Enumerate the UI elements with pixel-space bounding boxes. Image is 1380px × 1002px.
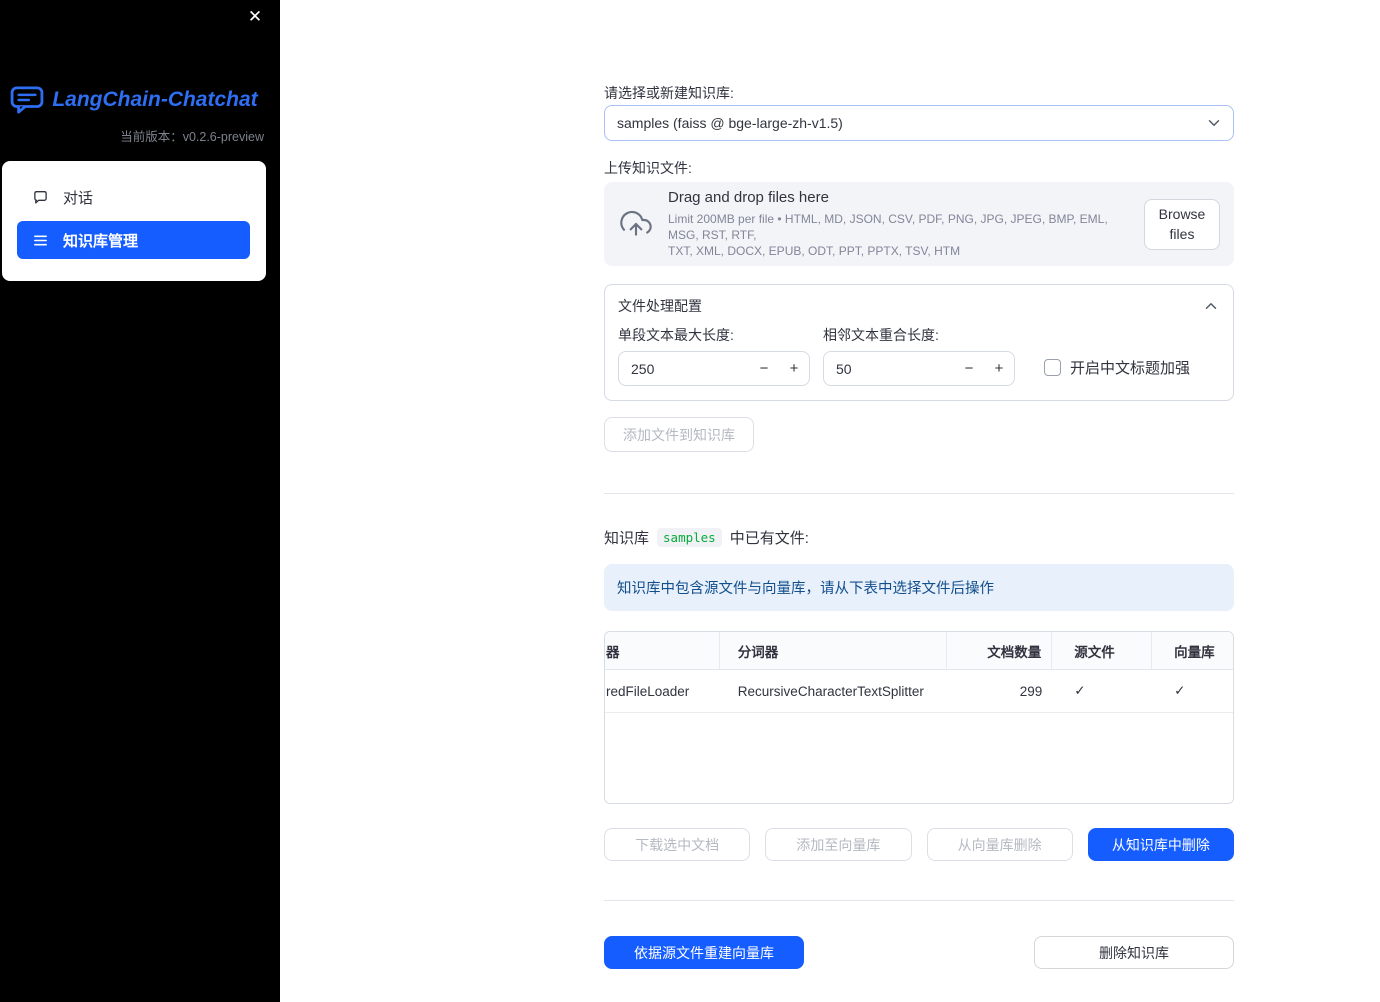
plus-button[interactable]: + (984, 352, 1014, 385)
delete-kb-button[interactable]: 删除知识库 (1034, 936, 1234, 969)
overlap-size-field: 相邻文本重合长度: 50 − + (823, 325, 1015, 386)
sidebar-item-label: 对话 (63, 189, 94, 207)
sidebar-item-label: 知识库管理 (63, 232, 139, 250)
cell-splitter: RecursiveCharacterTextSplitter (737, 683, 924, 699)
header-doc-count: 文档数量 (947, 632, 1053, 669)
chunk-size-label: 单段文本最大长度: (618, 327, 734, 343)
config-row: 单段文本最大长度: 250 − + 相邻文本重合长度: 50 − + 开启中文标… (618, 325, 1220, 386)
plus-button[interactable]: + (779, 352, 809, 385)
dropzone-title: Drag and drop files here (668, 189, 829, 206)
kb-manage-buttons: 依据源文件重建向量库 删除知识库 (604, 936, 1234, 969)
sidebar: ✕ LangChain-Chatchat 当前版本：v0.2.6-preview… (0, 0, 280, 1002)
chat-bubble-icon (33, 190, 48, 205)
dropzone-limits-line1: Limit 200MB per file • HTML, MD, JSON, C… (668, 212, 1108, 242)
kb-select-value: samples (faiss @ bge-large-zh-v1.5) (617, 115, 843, 131)
info-banner: 知识库中包含源文件与向量库，请从下表中选择文件后操作 (604, 564, 1234, 611)
header-vector-store: 向量库 (1174, 644, 1215, 660)
cloud-upload-icon (620, 208, 652, 240)
expander-title: 文件处理配置 (618, 298, 702, 314)
close-icon[interactable]: ✕ (246, 8, 264, 26)
minus-button[interactable]: − (954, 352, 984, 385)
header-source-file: 源文件 (1052, 632, 1153, 669)
expander-header[interactable]: 文件处理配置 (618, 287, 1220, 325)
kb-files-table: 器 分词器 文档数量 源文件 向量库 redFileLoader Recursi… (604, 631, 1234, 804)
download-selected-button[interactable]: 下载选中文档 (604, 828, 751, 861)
kb-files-line: 知识库 samples 中已有文件: (604, 526, 1234, 548)
header-splitter: 分词器 (720, 632, 948, 669)
sidebar-item-dialogue[interactable]: 对话 (2, 177, 266, 217)
chunk-size-input: 250 − + (618, 351, 810, 386)
add-to-vector-store-button[interactable]: 添加至向量库 (765, 828, 912, 861)
header-loader: 器 (605, 632, 720, 669)
kb-name-code: samples (657, 527, 722, 547)
info-text: 知识库中包含源文件与向量库，请从下表中选择文件后操作 (617, 581, 994, 597)
table-empty-area (605, 713, 1233, 803)
file-config-expander: 文件处理配置 单段文本最大长度: 250 − + 相邻文本重合长度: 50 − … (604, 284, 1234, 401)
cell-doc-count: 299 (1019, 683, 1043, 699)
kb-files-suffix: 中已有文件: (729, 529, 809, 547)
sidebar-item-knowledge-base[interactable]: 知识库管理 (17, 221, 250, 259)
version-text: 当前版本：v0.2.6-preview (120, 130, 264, 144)
chunk-size-value[interactable]: 250 (619, 361, 749, 377)
divider (604, 900, 1234, 901)
logo-chat-icon (10, 86, 44, 114)
minus-button[interactable]: − (749, 352, 779, 385)
divider (604, 493, 1234, 494)
main-area: 请选择或新建知识库: samples (faiss @ bge-large-zh… (280, 0, 1380, 1002)
chevron-down-icon (1205, 114, 1223, 132)
logo-text: LangChain-Chatchat (52, 88, 258, 111)
zh-title-checkbox[interactable]: 开启中文标题加强 (1044, 357, 1190, 378)
rebuild-vector-store-button[interactable]: 依据源文件重建向量库 (604, 936, 804, 969)
overlap-size-input: 50 − + (823, 351, 1015, 386)
chunk-size-field: 单段文本最大长度: 250 − + (618, 325, 810, 386)
delete-from-vector-store-button[interactable]: 从向量库删除 (926, 828, 1073, 861)
overlap-size-value[interactable]: 50 (824, 361, 954, 377)
add-files-button[interactable]: 添加文件到知识库 (604, 417, 754, 452)
kb-select-label: 请选择或新建知识库: (604, 85, 734, 101)
content-column: 请选择或新建知识库: samples (faiss @ bge-large-zh… (604, 0, 1234, 969)
delete-from-kb-button[interactable]: 从知识库中删除 (1087, 828, 1234, 861)
kb-select[interactable]: samples (faiss @ bge-large-zh-v1.5) (604, 105, 1234, 141)
file-action-buttons: 下载选中文档 添加至向量库 从向量库删除 从知识库中删除 (604, 828, 1234, 861)
overlap-size-label: 相邻文本重合长度: (823, 327, 939, 343)
table-row[interactable]: redFileLoader RecursiveCharacterTextSpli… (605, 670, 1233, 713)
table-header: 器 分词器 文档数量 源文件 向量库 (605, 632, 1233, 670)
knowledge-base-icon (33, 233, 48, 248)
cell-vector-check: ✓ (1174, 683, 1186, 698)
sidebar-menu: 对话 知识库管理 (2, 161, 266, 281)
browse-files-button[interactable]: Browse files (1144, 198, 1220, 250)
kb-files-prefix: 知识库 (604, 529, 650, 547)
dropzone-limits-line2: TXT, XML, DOCX, EPUB, ODT, PPT, PPTX, TS… (668, 244, 961, 258)
chevron-up-icon (1202, 297, 1220, 315)
checkbox-label: 开启中文标题加强 (1070, 360, 1191, 377)
file-dropzone[interactable]: Drag and drop files here Limit 200MB per… (604, 182, 1234, 266)
cell-loader: redFileLoader (606, 683, 690, 699)
app-logo: LangChain-Chatchat (2, 86, 266, 114)
cell-source-check: ✓ (1074, 683, 1086, 698)
upload-label: 上传知识文件: (604, 160, 692, 176)
checkbox-box (1044, 359, 1061, 376)
dropzone-texts: Drag and drop files here Limit 200MB per… (668, 189, 1128, 259)
